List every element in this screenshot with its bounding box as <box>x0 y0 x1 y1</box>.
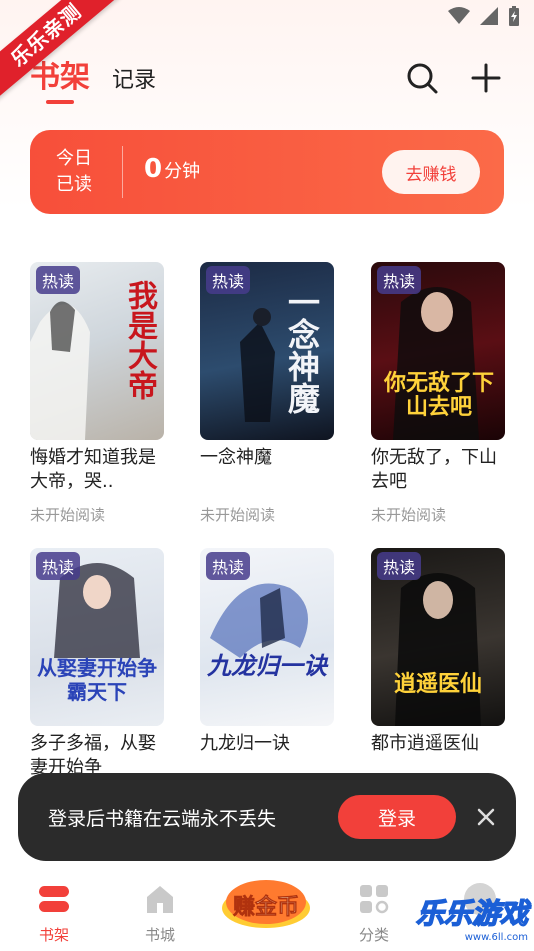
book-title: 你无敌了，下山去吧 <box>371 447 497 492</box>
hot-tag: 热读 <box>36 266 81 294</box>
reading-minutes-unit: 分钟 <box>164 161 201 182</box>
close-icon <box>477 808 495 826</box>
reading-minutes-value: 0 <box>144 154 163 184</box>
earn-gold-label: 赚金币 <box>232 895 300 921</box>
book-cover[interactable]: 热读 一念神魔 <box>200 262 334 440</box>
book-cover[interactable]: 热读 从娶妻开始争霸天下 <box>30 548 164 726</box>
cover-title-text: 你无敌了下山去吧 <box>383 371 494 420</box>
book-item[interactable]: 热读 一念神魔 一念神魔 未开始阅读 <box>200 262 334 525</box>
bookshelf-icon <box>39 886 69 912</box>
wifi-icon <box>448 7 470 24</box>
cover-title-text: 我是大帝 <box>122 280 157 400</box>
plus-icon <box>471 63 501 93</box>
nav-bookshelf-label: 书架 <box>38 926 69 944</box>
login-button[interactable]: 登录 <box>338 795 456 839</box>
cover-title-text: 九龙归一诀 <box>207 652 327 680</box>
status-icons <box>448 6 520 26</box>
hot-tag: 热读 <box>377 552 422 580</box>
site-watermark: 乐乐游戏 www.6ll.com <box>415 892 529 943</box>
add-button[interactable] <box>468 60 504 96</box>
book-title: 一念神魔 <box>200 447 272 468</box>
nav-bookstore[interactable]: 书城 <box>120 882 200 945</box>
earn-gold-button[interactable]: 赚金币 <box>218 872 314 932</box>
nav-category[interactable]: 分类 <box>334 882 414 945</box>
header: 书架 记录 <box>0 52 534 112</box>
divider <box>122 146 123 198</box>
search-button[interactable] <box>404 60 440 96</box>
hot-tag: 热读 <box>377 266 422 294</box>
book-item[interactable]: 热读 你无敌了下山去吧 你无敌了，下山去吧 未开始阅读 <box>371 262 505 525</box>
book-cover[interactable]: 热读 九龙归一诀 <box>200 548 334 726</box>
hot-tag: 热读 <box>206 266 251 294</box>
close-toast-button[interactable] <box>474 805 498 829</box>
login-prompt-text: 登录后书籍在云端永不丢失 <box>48 808 277 830</box>
watermark-url: www.6ll.com <box>464 932 528 943</box>
book-read-status: 未开始阅读 <box>30 506 106 524</box>
app-root: 乐乐亲测 书架 记录 今日已读 0分钟 去赚钱 热读 我是大帝 悔婚才知道我是 <box>0 0 534 951</box>
book-item[interactable]: 热读 我是大帝 悔婚才知道我是大帝，哭.. 未开始阅读 <box>30 262 164 525</box>
nav-bookshelf[interactable]: 书架 <box>14 882 94 945</box>
reading-time: 0 分钟 <box>144 154 200 184</box>
book-cover[interactable]: 热读 我是大帝 <box>30 262 164 440</box>
login-prompt-toast: 登录后书籍在云端永不丢失 登录 <box>18 773 516 861</box>
nav-category-label: 分类 <box>358 926 389 944</box>
book-item[interactable]: 热读 逍遥医仙 都市逍遥医仙 <box>371 548 505 780</box>
book-read-status: 未开始阅读 <box>371 506 447 524</box>
watermark-text: 乐乐游戏 <box>415 896 529 931</box>
reading-banner: 今日已读 0 分钟 去赚钱 <box>30 130 504 214</box>
book-cover[interactable]: 热读 逍遥医仙 <box>371 548 505 726</box>
book-item[interactable]: 热读 从娶妻开始争霸天下 多子多福，从娶妻开始争 <box>30 548 164 780</box>
hot-tag: 热读 <box>36 552 81 580</box>
cover-title-text: 从娶妻开始争霸天下 <box>37 656 157 704</box>
category-icon <box>360 885 389 914</box>
signal-icon <box>480 7 498 25</box>
battery-icon <box>509 6 519 26</box>
earn-money-button[interactable]: 去赚钱 <box>382 150 480 194</box>
tab-record[interactable]: 记录 <box>112 62 156 94</box>
book-item[interactable]: 热读 九龙归一诀 九龙归一诀 <box>200 548 334 780</box>
book-read-status: 未开始阅读 <box>200 506 276 524</box>
nav-bookstore-label: 书城 <box>144 926 175 944</box>
cover-title-text: 逍遥医仙 <box>393 672 482 697</box>
book-cover[interactable]: 热读 你无敌了下山去吧 <box>371 262 505 440</box>
search-icon <box>407 63 438 94</box>
book-title: 悔婚才知道我是大帝，哭.. <box>30 447 156 492</box>
home-icon <box>147 886 173 913</box>
today-read-label: 今日已读 <box>56 148 92 195</box>
cover-title-text: 一念神魔 <box>283 286 321 414</box>
tab-active-indicator <box>46 100 74 104</box>
hot-tag: 热读 <box>206 552 251 580</box>
